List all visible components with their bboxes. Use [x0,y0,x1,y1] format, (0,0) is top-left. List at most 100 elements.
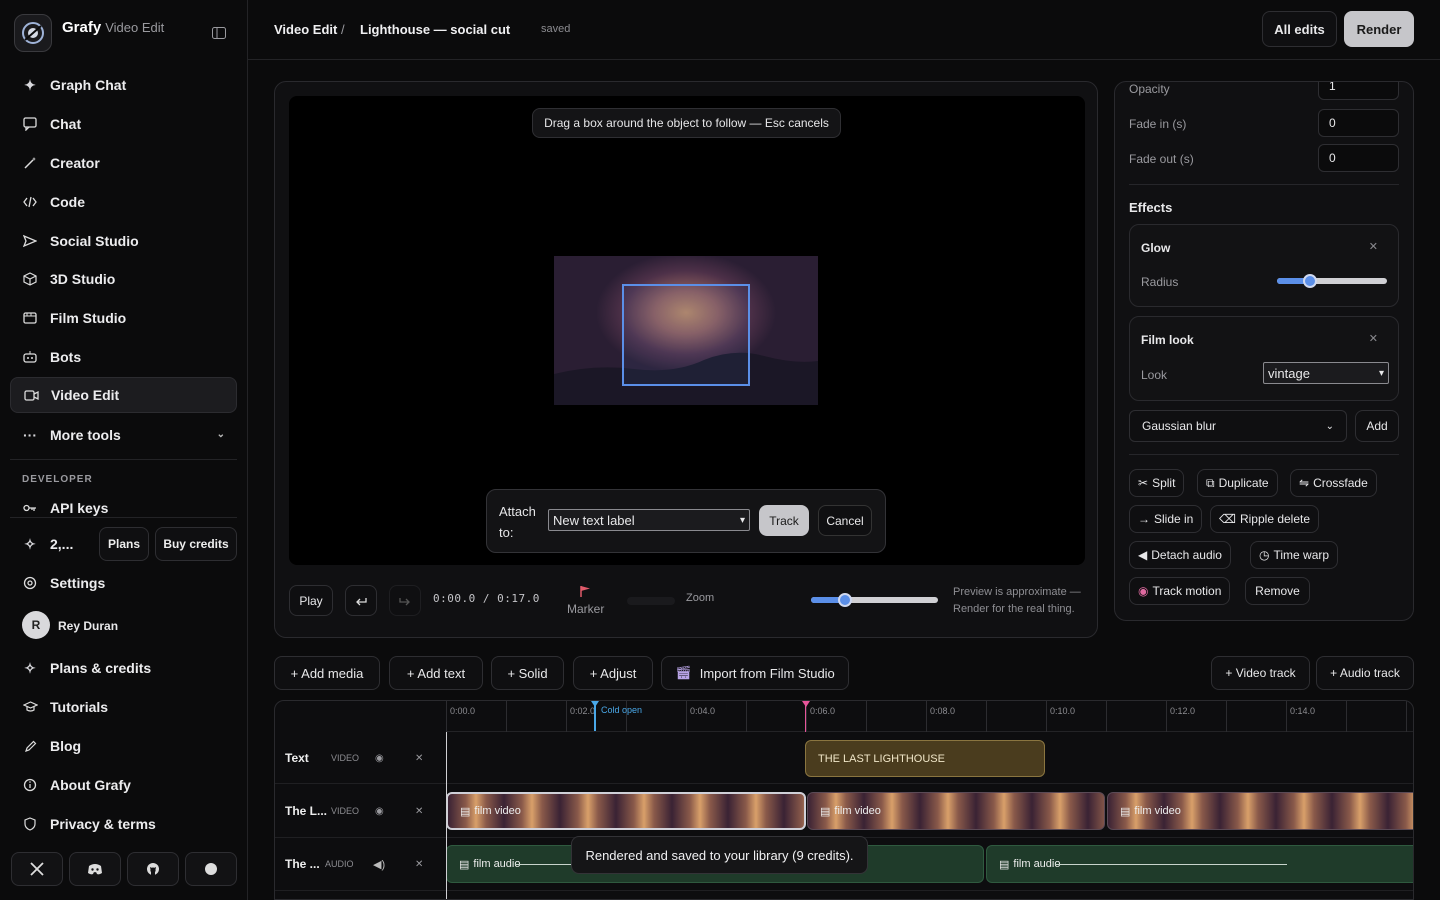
fade-in-input[interactable]: 0 [1318,109,1399,137]
close-icon[interactable]: ✕ [1369,240,1378,253]
sidebar-toggle-icon[interactable] [208,24,230,42]
marker-label[interactable]: Marker [567,602,604,616]
audio-clip[interactable]: ▤ film audio [986,845,1413,883]
sidebar-item-more-tools[interactable]: ··· More tools ⌄ [10,417,237,453]
attach-target-select[interactable]: New text label ▾ [548,509,750,531]
sidebar-item-3d-studio[interactable]: 3D Studio [10,261,237,297]
track-name[interactable]: The ... [285,857,320,871]
undo-icon[interactable] [345,585,377,616]
glow-radius-slider[interactable] [1277,274,1387,288]
eye-icon[interactable]: ◉ [375,806,384,817]
github-icon[interactable] [127,852,179,886]
timecode: 0:00.0 / 0:17.0 [433,592,540,605]
sidebar-item-film-studio[interactable]: Film Studio [10,300,237,336]
add-solid-button[interactable]: + Solid [491,656,564,690]
sidebar-item-code[interactable]: Code [10,184,237,220]
credits-balance[interactable]: ✧ 2,... [10,526,90,562]
time-warp-button[interactable]: ◷ Time warp [1250,541,1339,569]
sidebar-item-settings[interactable]: Settings [10,565,237,601]
add-adjust-button[interactable]: + Adjust [573,656,653,690]
all-edits-button[interactable]: All edits [1262,11,1337,47]
add-audio-track-button[interactable]: + Audio track [1316,656,1414,690]
video-clip[interactable]: ▤ film video [446,792,806,830]
track-name[interactable]: Text [285,751,309,765]
close-icon[interactable]: ✕ [415,806,423,817]
eye-icon[interactable]: ◉ [375,753,384,764]
look-select[interactable]: vintage ▾ [1263,362,1389,384]
add-media-button[interactable]: + Add media [274,656,380,690]
tick [1046,701,1047,732]
sparkle-icon: ✧ [24,659,36,676]
sidebar-item-graph-chat[interactable]: ✦ Graph Chat [10,67,237,103]
redo-icon[interactable] [389,585,421,616]
sidebar-item-video-edit[interactable]: Video Edit [10,377,237,413]
x-icon[interactable] [11,852,63,886]
detach-audio-button[interactable]: ◀ Detach audio [1129,541,1231,569]
sidebar-item-social-studio[interactable]: Social Studio [10,223,237,259]
zoom-slider[interactable] [811,593,938,607]
zoom-track[interactable] [627,597,675,605]
video-clip[interactable]: ▤ film video [1107,792,1413,830]
playhead[interactable] [805,701,806,732]
sidebar-item-plans-credits[interactable]: ✧ Plans & credits [10,650,237,686]
plans-button[interactable]: Plans [99,527,149,561]
track-name[interactable]: The L... [285,804,327,818]
zoom-label: Zoom [686,592,715,604]
cancel-button[interactable]: Cancel [818,505,872,536]
sidebar-item-bots[interactable]: Bots [10,339,237,375]
time-ruler[interactable]: 0:00.0 0:02.0 0:04.0 0:06.0 0:08.0 0:10.… [446,701,1413,732]
nav-label: Blog [50,738,82,754]
speaker-icon[interactable]: ◀) [373,858,385,871]
sidebar-item-creator[interactable]: Creator [10,145,237,181]
import-film-studio-button[interactable]: 🎬︎ Import from Film Studio [661,656,849,690]
render-button[interactable]: Render [1344,11,1414,47]
tick-label: 0:00.0 [450,706,476,716]
close-icon[interactable]: ✕ [1369,332,1378,345]
sidebar-item-chat[interactable]: Chat [10,106,237,142]
sidebar-item-blog[interactable]: Blog [10,728,237,764]
shield-icon [22,816,38,832]
opacity-input[interactable]: 1 [1318,82,1399,100]
user-name[interactable]: Rey Duran [58,619,118,633]
text-clip[interactable]: THE LAST LIGHTHOUSE [805,740,1045,777]
play-button[interactable]: Play [289,585,333,616]
ripple-delete-button[interactable]: ⌫ Ripple delete [1210,505,1320,533]
buy-credits-button[interactable]: Buy credits [155,527,237,561]
sidebar-item-api-keys[interactable]: API keys [10,490,237,526]
fade-out-input[interactable]: 0 [1318,144,1399,172]
add-video-track-button[interactable]: + Video track [1211,656,1310,690]
copy-icon: ⧉ [1206,475,1215,490]
close-icon[interactable]: ✕ [415,753,423,764]
film-icon: ▤ [820,805,831,818]
divider [10,459,237,460]
track-button[interactable]: Track [759,505,809,536]
tick [1346,701,1347,732]
sidebar-item-tutorials[interactable]: Tutorials [10,689,237,725]
remove-button[interactable]: Remove [1245,577,1310,605]
close-icon[interactable]: ✕ [415,859,423,870]
playhead-head[interactable] [802,701,810,707]
tracking-selection-box[interactable] [622,284,750,386]
slide-in-button[interactable]: → Slide in [1129,505,1203,533]
breadcrumb-root[interactable]: Video Edit / [274,22,345,37]
preview-canvas[interactable]: Drag a box around the object to follow —… [289,96,1085,565]
project-title[interactable]: Lighthouse — social cut [360,22,510,37]
add-effect-button[interactable]: Add [1355,410,1399,442]
brand[interactable]: Grafy Video Edit [14,14,164,52]
duplicate-button[interactable]: ⧉ Duplicate [1197,469,1278,497]
discord-icon[interactable] [69,852,121,886]
add-text-button[interactable]: + Add text [389,656,483,690]
sidebar-item-about[interactable]: About Grafy [10,767,237,803]
track-row-text[interactable]: THE LAST LIGHTHOUSE [446,732,1413,784]
sidebar-item-privacy[interactable]: Privacy & terms [10,806,237,842]
marker-flag-icon[interactable] [580,585,591,597]
avatar[interactable]: R [22,611,50,639]
effect-film-look: Film look ✕ Look vintage ▾ [1129,316,1399,401]
video-clip[interactable]: ▤ film video [807,792,1105,830]
track-motion-button[interactable]: ◉ Track motion [1129,577,1231,605]
crossfade-button[interactable]: ⇋ Crossfade [1290,469,1377,497]
effect-select[interactable]: Gaussian blur ⌄ [1129,410,1347,442]
split-button[interactable]: ✂ Split [1129,469,1185,497]
track-row-video[interactable]: ▤ film video ▤ film video ▤ film video [446,785,1413,838]
theme-toggle-icon[interactable] [185,852,237,886]
